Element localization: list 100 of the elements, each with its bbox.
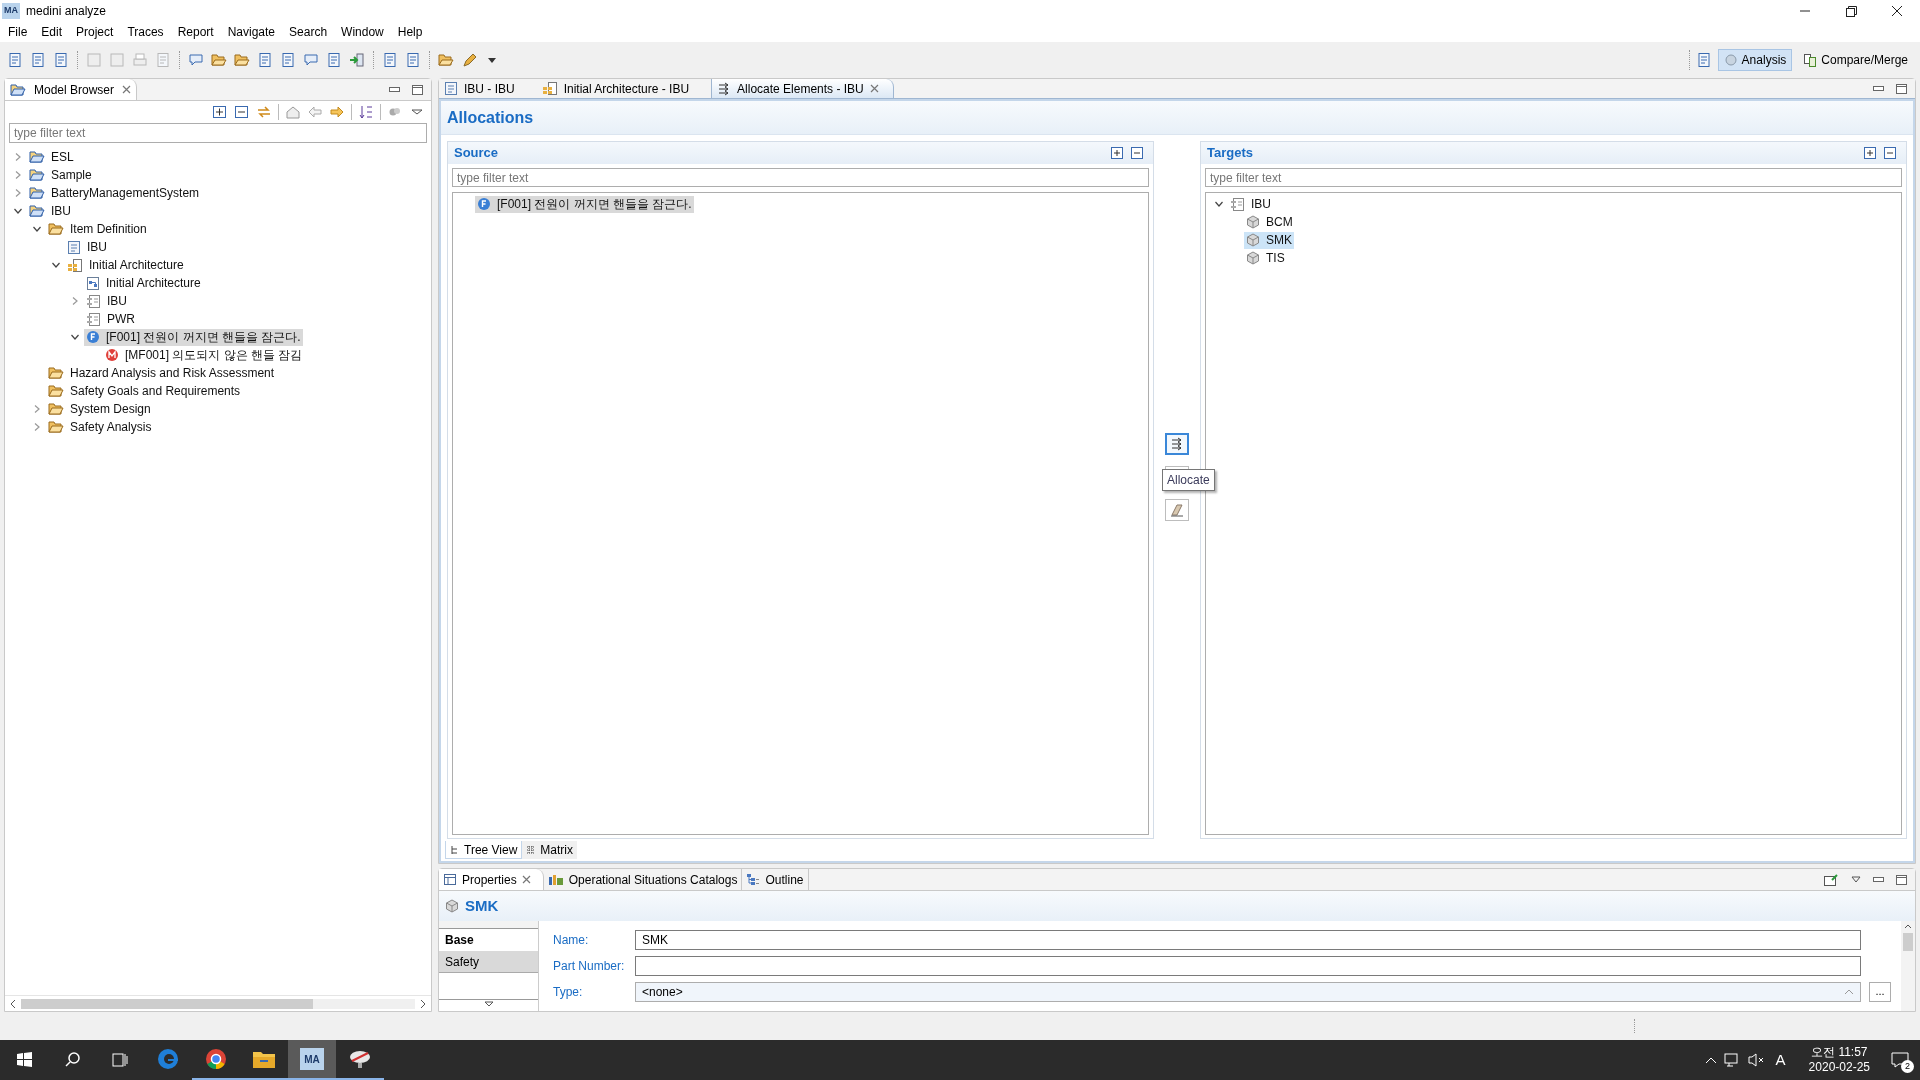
notifications-button[interactable]: 2	[1880, 1040, 1920, 1080]
menu-item[interactable]: Navigate	[220, 23, 283, 41]
view-tab[interactable]: Outline	[742, 869, 809, 890]
expand-all-icon[interactable]	[1111, 147, 1123, 159]
collapse-all-icon[interactable]	[234, 104, 250, 120]
filter-field[interactable]: type filter text	[452, 168, 1149, 187]
tree-item[interactable]: Hazard Analysis and Risk Assessment	[46, 364, 277, 382]
collapse-all-icon[interactable]	[1884, 147, 1896, 159]
section-tab[interactable]: Safety	[439, 951, 538, 973]
view-tab[interactable]: Tree View	[445, 841, 523, 859]
filter-field[interactable]: type filter text	[9, 123, 427, 143]
expand-all-icon[interactable]	[1864, 147, 1876, 159]
clock[interactable]: 오전 11:57 2020-02-25	[1798, 1045, 1880, 1075]
grid-icon	[526, 845, 537, 855]
forward-icon[interactable]	[329, 104, 345, 120]
browse-button[interactable]: ...	[1869, 981, 1891, 1002]
collapse-all-icon[interactable]	[1131, 147, 1143, 159]
tree-item[interactable]: [MF001] 의도되지 않은 핸들 잠김	[103, 346, 305, 364]
scrollbar-thumb[interactable]	[21, 998, 313, 1009]
chevron-right-icon[interactable]	[13, 188, 23, 198]
chevron-down-icon[interactable]	[51, 260, 61, 270]
view-tab[interactable]: Operational Situations Catalogs	[543, 869, 743, 890]
tree-item[interactable]: ESL	[27, 148, 76, 166]
menu-item[interactable]: Help	[390, 23, 430, 41]
tree-item[interactable]: Initial Architecture	[65, 256, 186, 274]
filter-field[interactable]: type filter text	[1205, 168, 1902, 187]
folder-icon[interactable]	[233, 51, 251, 69]
folder-icon[interactable]	[437, 51, 455, 69]
caret-icon[interactable]	[1851, 875, 1861, 884]
table-icon	[443, 873, 457, 886]
chevron-right-icon[interactable]	[70, 296, 80, 306]
chevron-right-icon[interactable]	[32, 422, 42, 432]
perspective-button[interactable]: Analysis	[1717, 49, 1793, 71]
scrollbar-thumb[interactable]	[1903, 933, 1913, 951]
text-field[interactable]: SMK	[635, 929, 1861, 950]
scroll-down-icon[interactable]	[483, 1000, 494, 1008]
scroll-left-icon[interactable]	[9, 998, 17, 1009]
chevron-right-icon[interactable]	[13, 170, 23, 180]
menu-item[interactable]: Edit	[34, 23, 70, 41]
tree-item[interactable]: Safety Analysis	[46, 418, 154, 436]
tree-item[interactable]: IBU	[84, 292, 129, 310]
document-icon[interactable]	[325, 51, 343, 69]
close-icon[interactable]	[122, 85, 132, 94]
tree-item[interactable]: IBU	[1228, 195, 1273, 213]
tree-item[interactable]: [F001] 전원이 꺼지면 핸들을 잠근다.	[475, 195, 694, 213]
chevron-right-icon[interactable]	[13, 152, 23, 162]
sort-icon[interactable]	[358, 104, 374, 120]
enter-icon[interactable]	[348, 51, 366, 69]
tree-item[interactable]: IBU	[65, 238, 109, 256]
editor-tab[interactable]: Allocate Elements - IBU	[711, 79, 894, 98]
chevron-down-icon[interactable]	[32, 224, 42, 234]
tree-item[interactable]: Safety Goals and Requirements	[46, 382, 243, 400]
menu-item[interactable]: Traces	[120, 23, 171, 41]
chevron-down-icon[interactable]	[1214, 199, 1224, 209]
tree-item[interactable]: PWR	[84, 310, 137, 328]
tree-item[interactable]: TIS	[1244, 249, 1287, 267]
perspective-button[interactable]: Compare/Merge	[1797, 49, 1914, 71]
tree-item[interactable]: Item Definition	[46, 220, 149, 238]
menu-item[interactable]: Search	[282, 23, 335, 41]
maximize-icon[interactable]	[412, 84, 423, 95]
document-icon	[67, 239, 81, 255]
text-field[interactable]	[635, 955, 1861, 976]
view-tab[interactable]: Matrix	[522, 841, 578, 859]
maximize-icon[interactable]	[1896, 83, 1907, 94]
close-icon[interactable]	[521, 875, 531, 884]
type-combo[interactable]: <none>	[635, 981, 1861, 1002]
menu-item[interactable]: Project	[69, 23, 121, 41]
minimize-icon[interactable]	[1873, 876, 1884, 883]
tree-item[interactable]: BatteryManagementSystem	[27, 184, 202, 202]
tree-item[interactable]: IBU	[27, 202, 73, 220]
tree-item[interactable]: Sample	[27, 166, 94, 184]
close-icon[interactable]	[869, 84, 879, 93]
pin-icon[interactable]	[1823, 872, 1839, 887]
menu-item[interactable]: File	[1, 23, 35, 41]
eraser-button[interactable]	[1165, 499, 1189, 521]
chevron-down-icon[interactable]	[70, 332, 80, 342]
minimize-icon[interactable]	[1873, 85, 1884, 92]
pencil-icon[interactable]	[460, 51, 478, 69]
view-tab[interactable]: Properties	[439, 869, 544, 890]
editor-tab[interactable]: IBU - IBU	[439, 79, 537, 98]
tree-item[interactable]: BCM	[1244, 213, 1295, 231]
tree-item[interactable]: System Design	[46, 400, 153, 418]
input-mode-indicator[interactable]: A	[1768, 1048, 1793, 1072]
scroll-right-icon[interactable]	[419, 998, 427, 1009]
tree-item[interactable]: Initial Architecture	[84, 274, 203, 292]
maximize-icon[interactable]	[1896, 874, 1907, 885]
view-tab[interactable]: Model Browser	[5, 79, 138, 100]
taskbar-app[interactable]: MA	[288, 1040, 336, 1080]
chevron-right-icon[interactable]	[32, 404, 42, 414]
menu-item[interactable]: Report	[170, 23, 221, 41]
minimize-icon[interactable]	[389, 86, 400, 93]
tree-item[interactable]: [F001] 전원이 꺼지면 핸들을 잠근다.	[84, 328, 303, 346]
tab-label: Properties	[462, 871, 517, 889]
folder-icon[interactable]	[210, 51, 228, 69]
tree-item[interactable]: SMK	[1244, 231, 1294, 249]
editor-tab[interactable]: Initial Architecture - IBU	[536, 79, 712, 98]
chevron-down-icon[interactable]	[13, 206, 23, 216]
menu-item[interactable]: Window	[334, 23, 391, 41]
allocate-button[interactable]	[1165, 433, 1189, 455]
expand-all-icon[interactable]	[212, 104, 228, 120]
